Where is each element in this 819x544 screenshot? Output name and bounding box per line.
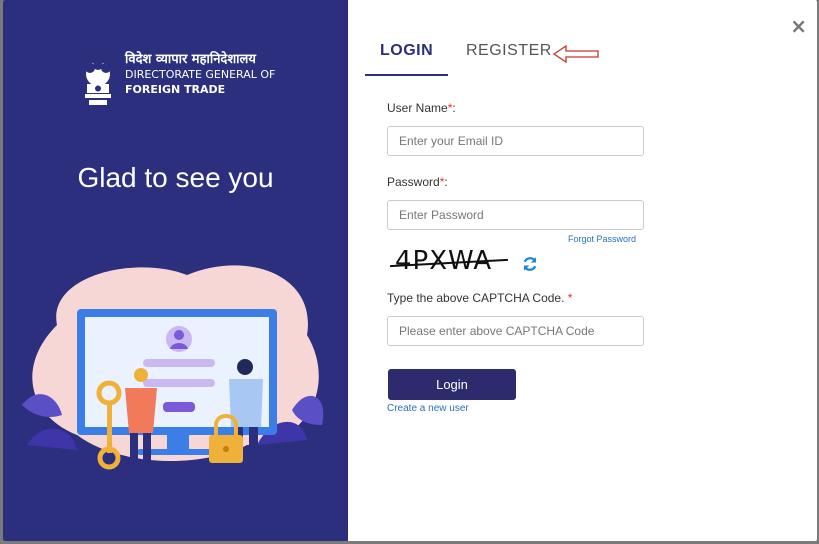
login-button[interactable]: Login — [388, 369, 516, 400]
password-label: Password*: — [387, 175, 448, 189]
login-illustration — [22, 265, 324, 470]
username-label-text: User Name — [387, 101, 448, 115]
label-colon: : — [452, 101, 456, 115]
welcome-panel: विदेश व्यापार महानिदेशालय DIRECTORATE GE… — [3, 0, 348, 541]
captcha-input[interactable] — [387, 316, 644, 346]
welcome-heading: Glad to see you — [77, 162, 274, 193]
label-colon: : — [444, 175, 448, 189]
username-input[interactable] — [387, 126, 644, 156]
login-panel: × LOGIN REGISTER User Name*: Password*: … — [348, 0, 817, 541]
password-label-text: Password — [387, 175, 440, 189]
forgot-password-link[interactable]: Forgot Password — [568, 234, 636, 244]
brand-text: विदेश व्यापार महानिदेशालय DIRECTORATE GE… — [125, 52, 275, 97]
required-mark: * — [567, 291, 573, 305]
tab-login[interactable]: LOGIN — [364, 42, 449, 76]
brand-line1: DIRECTORATE GENERAL OF — [125, 68, 276, 81]
captcha-label-text: Type the above CAPTCHA Code. — [387, 291, 565, 305]
login-modal: विदेश व्यापार महानिदेशालय DIRECTORATE GE… — [3, 0, 817, 541]
create-user-link[interactable]: Create a new user — [387, 403, 469, 414]
captcha-label: Type the above CAPTCHA Code. * — [387, 291, 572, 305]
tab-register[interactable]: REGISTER — [466, 42, 552, 60]
brand-hindi: विदेश व्यापार महानिदेशालय — [125, 52, 256, 67]
arrow-left-icon — [552, 44, 599, 64]
close-icon[interactable]: × — [790, 14, 807, 38]
brand-line2: FOREIGN TRADE — [125, 83, 226, 96]
password-input[interactable] — [387, 200, 644, 230]
refresh-icon[interactable] — [521, 255, 539, 273]
username-label: User Name*: — [387, 101, 456, 115]
national-emblem-logo — [85, 60, 111, 105]
